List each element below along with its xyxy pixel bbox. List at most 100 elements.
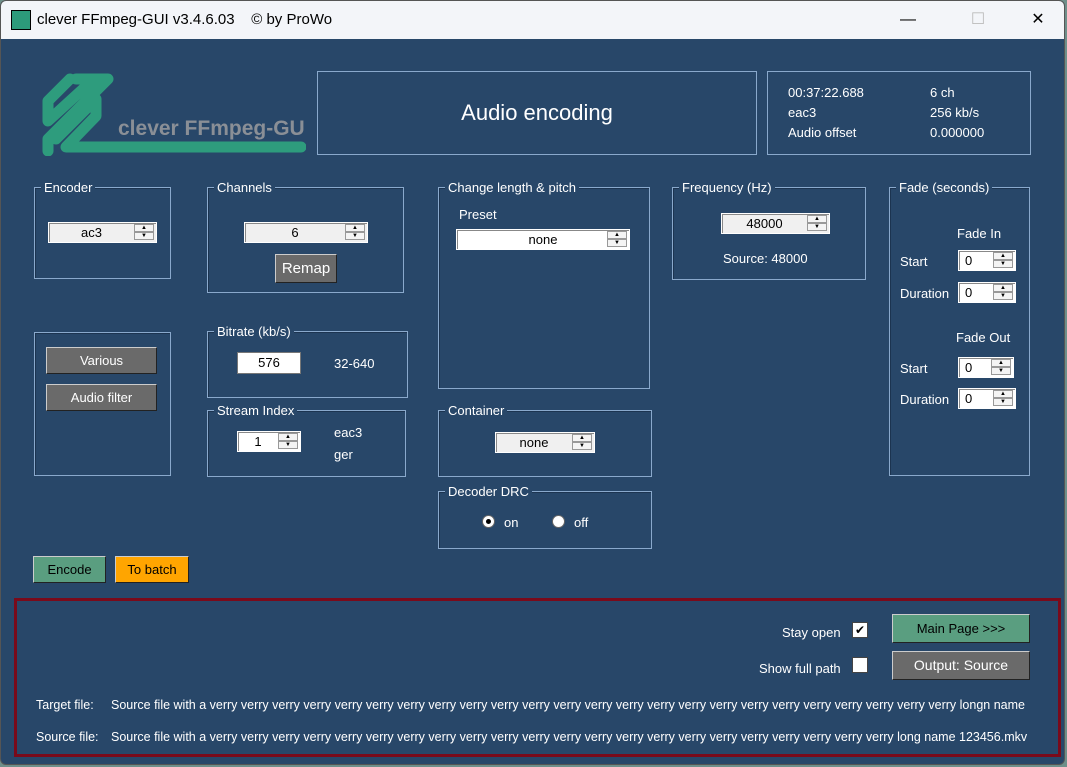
- fade-out-start-value: 0: [965, 360, 973, 375]
- stay-open-label: Stay open: [782, 625, 841, 640]
- bitrate-group: Bitrate (kb/s) 576 32-640: [207, 324, 408, 398]
- title-bar: clever FFmpeg-GUI v3.4.6.03 © by ProWo —…: [1, 1, 1064, 39]
- remap-button[interactable]: Remap: [275, 254, 337, 283]
- header-panel: Audio encoding: [317, 71, 757, 155]
- spinner-arrows-icon[interactable]: ▲ ▼: [572, 434, 592, 451]
- page-title: Audio encoding: [461, 100, 613, 125]
- fade-group: Fade (seconds) Fade In Start 0 ▲ ▼ Duratio…: [889, 180, 1030, 476]
- fade-in-duration-label: Duration: [900, 286, 950, 301]
- container-spinner[interactable]: none ▲ ▼: [495, 432, 595, 453]
- drc-on-label[interactable]: on: [504, 515, 518, 530]
- fade-out-start-label: Start: [900, 361, 928, 376]
- spinner-arrows-icon[interactable]: ▲ ▼: [993, 284, 1013, 301]
- filters-group: Various Audio filter: [34, 332, 171, 476]
- preset-value: none: [528, 232, 558, 247]
- stream-index-label: Stream Index: [214, 403, 298, 418]
- stream-language: ger: [334, 447, 353, 462]
- fade-label: Fade (seconds): [896, 180, 993, 195]
- decoder-drc-label: Decoder DRC: [445, 484, 532, 499]
- spinner-arrows-icon[interactable]: ▲ ▼: [607, 231, 627, 248]
- logo-text: clever FFmpeg-GUI: [118, 117, 306, 140]
- minimize-button[interactable]: —: [885, 7, 931, 33]
- source-file-path: Source file with a verry verry verry ver…: [111, 730, 1028, 744]
- fade-out-label: Fade Out: [956, 330, 1011, 345]
- frequency-spinner[interactable]: 48000 ▲ ▼: [721, 213, 830, 234]
- logo: clever FFmpeg-GUI: [36, 71, 311, 157]
- fade-in-start-value: 0: [965, 253, 973, 268]
- spinner-arrows-icon[interactable]: ▲ ▼: [993, 390, 1013, 407]
- info-panel: 00:37:22.688 6 ch eac3 256 kb/s Audio of…: [767, 71, 1031, 155]
- spinner-arrows-icon[interactable]: ▲ ▼: [134, 224, 154, 241]
- container-value: none: [519, 435, 549, 450]
- source-file-label: Source file:: [36, 730, 99, 744]
- spinner-arrows-icon[interactable]: ▲ ▼: [991, 359, 1011, 376]
- output-panel: Stay open ✔ Show full path Main Page >>>…: [14, 598, 1061, 757]
- frequency-value: 48000: [746, 216, 783, 231]
- source-frequency: Source: 48000: [723, 251, 808, 266]
- bitrate-range: 32-640: [334, 356, 375, 371]
- encoder-group: Encoder ac3 ▲ ▼: [34, 180, 171, 279]
- show-full-path-checkbox[interactable]: [852, 657, 868, 673]
- app-icon: [11, 10, 31, 30]
- stream-index-group: Stream Index 1 ▲ ▼ eac3 ger: [207, 403, 406, 477]
- channels-spinner[interactable]: 6 ▲ ▼: [244, 222, 368, 243]
- spinner-arrows-icon[interactable]: ▲ ▼: [278, 433, 298, 450]
- encoder-label: Encoder: [41, 180, 96, 195]
- decoder-drc-group: Decoder DRC on off: [438, 484, 652, 549]
- channels-value: 6: [291, 225, 299, 240]
- duration: 00:37:22.688: [788, 85, 864, 100]
- spinner-arrows-icon[interactable]: ▲ ▼: [345, 224, 365, 241]
- fade-out-start-spinner[interactable]: 0 ▲ ▼: [958, 357, 1014, 378]
- encoder-value: ac3: [81, 225, 102, 240]
- fade-in-label: Fade In: [957, 226, 1002, 241]
- stream-index-spinner[interactable]: 1 ▲ ▼: [237, 431, 301, 452]
- fade-out-duration-value: 0: [965, 391, 973, 406]
- fade-out-duration-label: Duration: [900, 392, 950, 407]
- audio-filter-button[interactable]: Audio filter: [46, 384, 157, 411]
- stream-codec: eac3: [334, 425, 363, 440]
- fade-in-duration-spinner[interactable]: 0 ▲ ▼: [958, 282, 1016, 303]
- preset-spinner[interactable]: none ▲ ▼: [456, 229, 630, 250]
- fade-in-start-spinner[interactable]: 0 ▲ ▼: [958, 250, 1016, 271]
- window-title: clever FFmpeg-GUI v3.4.6.03 © by ProWo: [37, 11, 333, 28]
- to-batch-button[interactable]: To batch: [115, 556, 189, 583]
- offset-label: Audio offset: [788, 125, 857, 140]
- main-page-button[interactable]: Main Page >>>: [892, 614, 1030, 643]
- target-file-path: Source file with a verry verry verry ver…: [111, 698, 1025, 712]
- source-codec: eac3: [788, 105, 817, 120]
- source-bitrate: 256 kb/s: [930, 105, 980, 120]
- drc-on-radio[interactable]: [482, 515, 495, 528]
- channels-group: Channels 6 ▲ ▼ Remap: [207, 180, 404, 293]
- stream-index-value: 1: [254, 434, 262, 449]
- target-file-label: Target file:: [36, 698, 94, 712]
- pitch-label: Change length & pitch: [445, 180, 579, 195]
- various-button[interactable]: Various: [46, 347, 157, 374]
- close-button[interactable]: ✕: [1015, 7, 1061, 33]
- bitrate-input[interactable]: 576: [237, 352, 301, 374]
- spinner-arrows-icon[interactable]: ▲ ▼: [993, 252, 1013, 269]
- frequency-label: Frequency (Hz): [679, 180, 775, 195]
- maximize-button[interactable]: ☐: [955, 7, 1001, 33]
- container-label: Container: [445, 403, 508, 418]
- output-source-button[interactable]: Output: Source: [892, 651, 1030, 680]
- pitch-group: Change length & pitch Preset none ▲ ▼: [438, 180, 650, 389]
- drc-off-label[interactable]: off: [574, 515, 588, 530]
- fade-in-start-label: Start: [900, 254, 928, 269]
- encoder-spinner[interactable]: ac3 ▲ ▼: [48, 222, 157, 243]
- container-group: Container none ▲ ▼: [438, 403, 652, 477]
- bitrate-label: Bitrate (kb/s): [214, 324, 294, 339]
- stay-open-checkbox[interactable]: ✔: [852, 622, 868, 638]
- channels-label: Channels: [214, 180, 275, 195]
- source-channels: 6 ch: [930, 85, 955, 100]
- drc-off-radio[interactable]: [552, 515, 565, 528]
- fade-in-duration-value: 0: [965, 285, 973, 300]
- offset-value: 0.000000: [930, 125, 985, 140]
- preset-label: Preset: [459, 207, 497, 222]
- ffmpeg-logo-icon: clever FFmpeg-GUI: [42, 73, 311, 157]
- app-window: clever FFmpeg-GUI v3.4.6.03 © by ProWo —…: [0, 0, 1065, 765]
- encode-button[interactable]: Encode: [33, 556, 106, 583]
- spinner-arrows-icon[interactable]: ▲ ▼: [807, 215, 827, 232]
- show-full-path-label: Show full path: [759, 661, 841, 676]
- frequency-group: Frequency (Hz) 48000 ▲ ▼ Source: 48000: [672, 180, 866, 280]
- fade-out-duration-spinner[interactable]: 0 ▲ ▼: [958, 388, 1016, 409]
